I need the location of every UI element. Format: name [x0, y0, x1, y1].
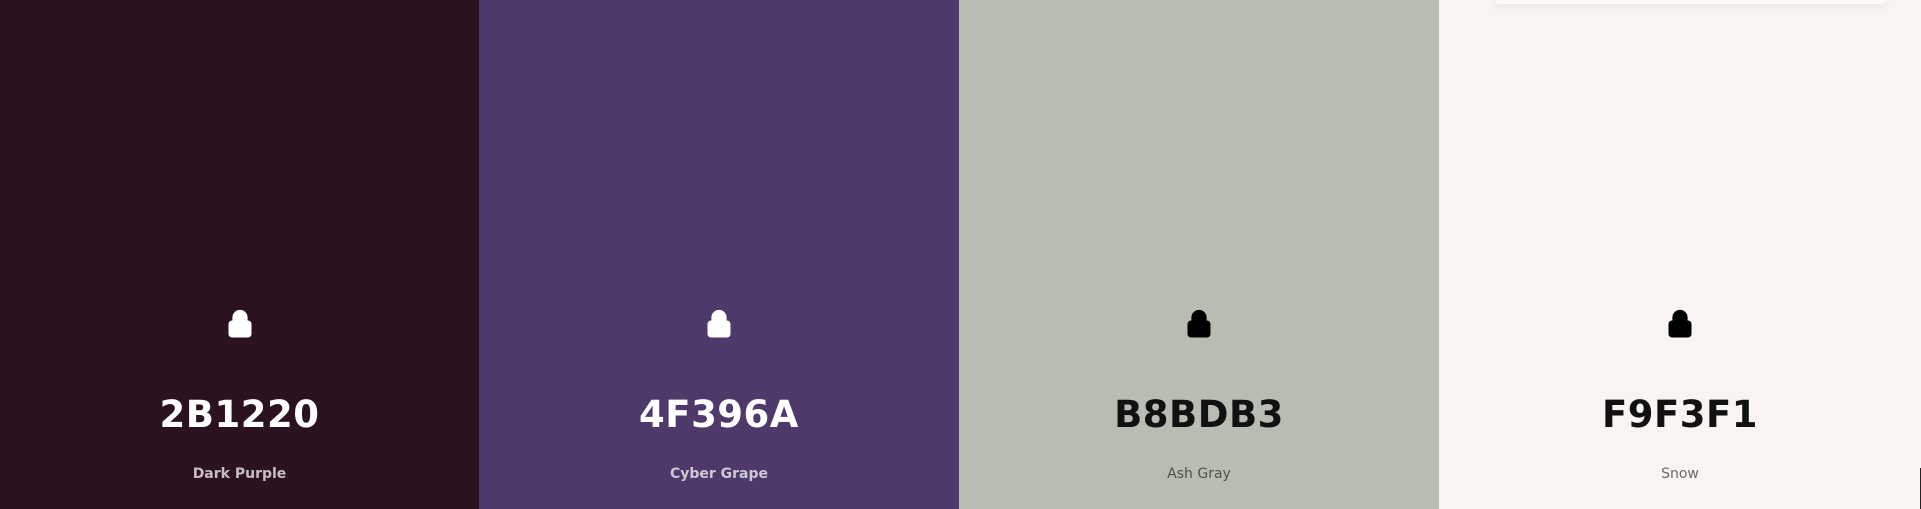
color-swatch-4[interactable]: F9F3F1 Snow [1439, 0, 1921, 509]
lock-button[interactable] [1179, 305, 1219, 343]
color-swatch-3[interactable]: B8BDB3 Ash Gray [959, 0, 1439, 509]
toolbar-shadow [1495, 0, 1885, 4]
color-swatch-2[interactable]: 4F396A Cyber Grape [479, 0, 959, 509]
lock-icon [1186, 309, 1212, 339]
color-name[interactable]: Dark Purple [0, 465, 479, 483]
hex-code[interactable]: 2B1220 [0, 393, 479, 437]
lock-button[interactable] [220, 305, 260, 343]
hex-code[interactable]: F9F3F1 [1439, 393, 1921, 437]
lock-button[interactable] [699, 305, 739, 343]
hex-code[interactable]: 4F396A [479, 393, 959, 437]
color-swatch-1[interactable]: 2B1220 Dark Purple [0, 0, 479, 509]
hex-code[interactable]: B8BDB3 [959, 393, 1439, 437]
color-name[interactable]: Ash Gray [959, 465, 1439, 483]
lock-icon [706, 309, 732, 339]
color-name[interactable]: Snow [1439, 465, 1921, 483]
lock-button[interactable] [1660, 305, 1700, 343]
color-name[interactable]: Cyber Grape [479, 465, 959, 483]
color-palette: 2B1220 Dark Purple 4F396A Cyber Grape B8… [0, 0, 1921, 509]
lock-icon [227, 309, 253, 339]
lock-icon [1667, 309, 1693, 339]
